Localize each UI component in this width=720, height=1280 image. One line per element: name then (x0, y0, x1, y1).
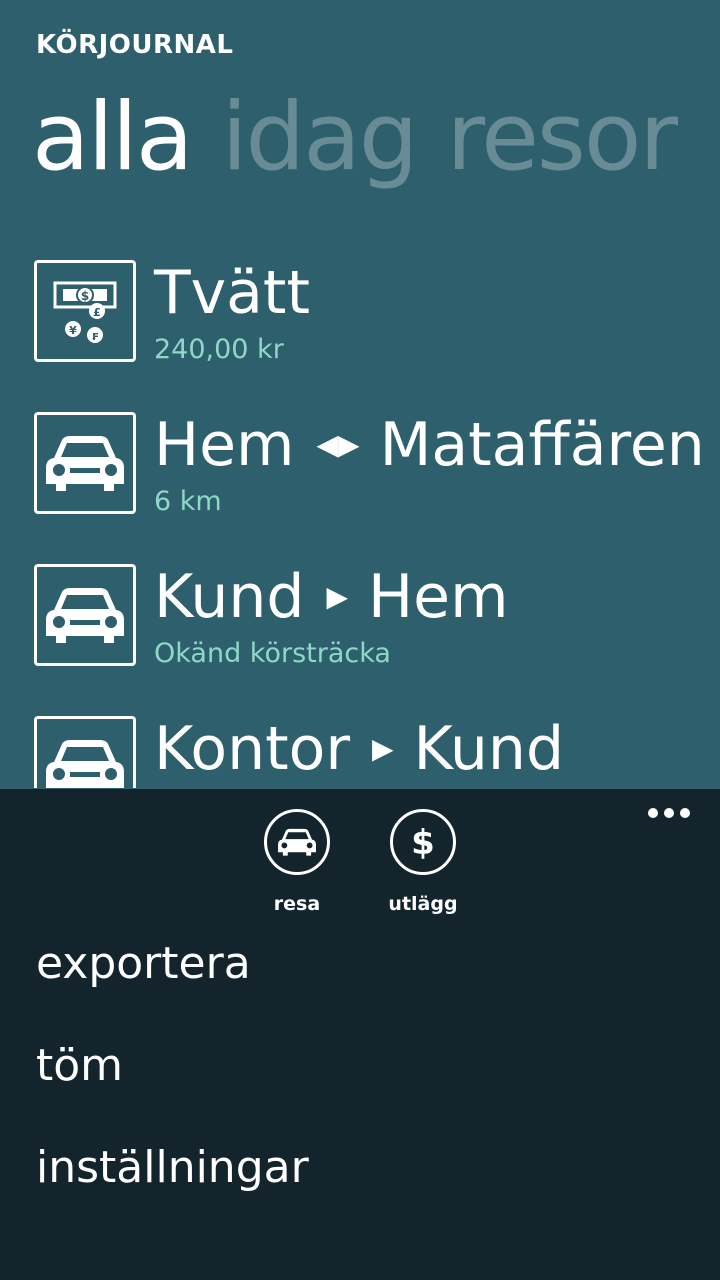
svg-text:₣: ₣ (92, 332, 99, 343)
trip-from: Kund (154, 562, 305, 632)
svg-text:$: $ (81, 289, 89, 303)
car-icon (34, 564, 136, 666)
menu-item-export[interactable]: exportera (36, 939, 309, 989)
trip-to: Kund (413, 714, 565, 784)
entry-subtitle: 240,00 kr (154, 334, 284, 365)
one-way-arrow-icon: ▶ (326, 580, 349, 613)
list-item-trip[interactable]: Kund ▶ Hem Okänd körsträcka (0, 554, 720, 694)
round-trip-arrow-icon: ◀▶ (316, 428, 360, 461)
car-icon (264, 809, 330, 875)
list-item-expense[interactable]: $ £ ¥ ₣ Tvätt 240,00 kr (0, 250, 720, 390)
tab-resor[interactable]: resor (447, 88, 679, 188)
menu-item-settings[interactable]: inställningar (36, 1143, 309, 1193)
journal-list: $ £ ¥ ₣ Tvätt 240,00 kr Hem ◀▶ Mataffäre… (0, 250, 720, 788)
entry-title: Hem ◀▶ Mataffären (154, 410, 705, 480)
trip-from: Hem (154, 410, 295, 480)
add-trip-label: resa (273, 893, 321, 915)
entry-subtitle: 6 km (154, 486, 222, 517)
appbar-menu: exportera töm inställningar (36, 939, 309, 1245)
tab-idag[interactable]: idag (221, 88, 418, 188)
one-way-arrow-icon: ▶ (372, 732, 394, 765)
pivot-header: alla idag resor (32, 88, 706, 198)
dollar-icon: $ (390, 809, 456, 875)
svg-text:£: £ (93, 306, 101, 319)
add-trip-button[interactable]: resa (242, 809, 352, 915)
entry-title: Kund ▶ Hem (154, 562, 509, 632)
application-bar: resa $ utlägg exportera töm inställninga… (0, 789, 720, 1280)
entry-title: Tvätt (154, 258, 310, 328)
car-icon (34, 412, 136, 514)
app-title: KÖRJOURNAL (36, 30, 234, 60)
more-icon[interactable] (648, 803, 690, 823)
add-expense-button[interactable]: $ utlägg (368, 809, 478, 915)
list-item-trip[interactable]: Hem ◀▶ Mataffären 6 km (0, 402, 720, 542)
trip-from: Kontor (154, 714, 350, 784)
car-icon (34, 716, 136, 788)
menu-item-clear[interactable]: töm (36, 1041, 309, 1091)
svg-text:¥: ¥ (69, 324, 77, 337)
entry-title: Kontor ▶ Kund (154, 714, 564, 784)
list-item-trip[interactable]: Kontor ▶ Kund (0, 706, 720, 788)
money-icon: $ £ ¥ ₣ (34, 260, 136, 362)
trip-to: Mataffären (379, 410, 705, 480)
trip-to: Hem (368, 562, 509, 632)
svg-text:$: $ (411, 823, 435, 862)
tab-alla[interactable]: alla (32, 88, 193, 188)
entry-subtitle: Okänd körsträcka (154, 638, 391, 669)
add-expense-label: utlägg (388, 893, 458, 915)
